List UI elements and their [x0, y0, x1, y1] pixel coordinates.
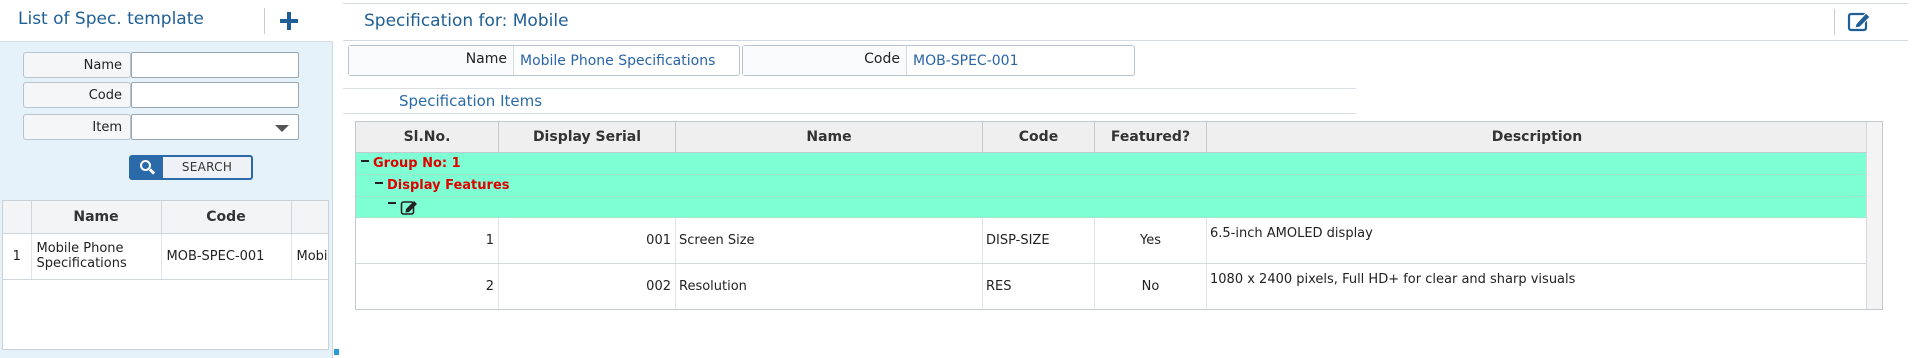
description-cell: 1080 x 2400 pixels, Full HD+ for clear a… — [1207, 264, 1868, 309]
search-button-label: SEARCH — [181, 160, 233, 174]
spec-name-value: Mobile Phone Specifications — [520, 53, 716, 69]
group-label: Group No: 1 — [373, 156, 461, 171]
item-filter-select[interactable] — [131, 114, 299, 140]
extra-column-header[interactable] — [291, 201, 328, 234]
description-cell: 6.5-inch AMOLED display — [1207, 218, 1868, 263]
grid-scrollbar[interactable] — [1866, 122, 1882, 309]
filter-code-row: Code — [23, 82, 299, 108]
row-number: 1 — [3, 233, 32, 280]
left-panel-title: List of Spec. template — [18, 9, 204, 29]
collapse-icon[interactable] — [388, 202, 396, 204]
group-row[interactable]: Group No: 1 — [356, 153, 1868, 175]
sl-no-cell: 1 — [356, 218, 499, 263]
resize-handle[interactable] — [334, 349, 339, 355]
table-row[interactable]: 1 Mobile Phone Specifications MOB-SPEC-0… — [3, 233, 328, 280]
search-button[interactable]: SEARCH — [129, 155, 253, 180]
left-panel-header: List of Spec. template — [0, 0, 333, 42]
display-serial-column-header[interactable]: Display Serial — [499, 122, 676, 152]
name-filter-label: Name — [23, 52, 131, 78]
header-divider — [264, 8, 265, 34]
item-name-cell: Resolution — [676, 264, 983, 309]
code-filter-label: Code — [23, 82, 131, 108]
specification-items-section: Specification Items — [343, 88, 1356, 114]
spec-code-label: Code — [743, 46, 907, 75]
code-filter-input[interactable] — [131, 82, 299, 108]
table-row[interactable]: 2 002 Resolution RES No 1080 x 2400 pixe… — [356, 264, 1868, 309]
featured-cell: No — [1095, 264, 1207, 309]
item-name-cell: Screen Size — [676, 218, 983, 263]
name-filter-input[interactable] — [131, 52, 299, 78]
code-column-header[interactable]: Code — [161, 201, 292, 234]
spec-template-list-panel: List of Spec. template Name Code Item SE… — [0, 0, 333, 358]
spec-name-field: Name Mobile Phone Specifications — [348, 45, 740, 76]
specification-items-grid: Sl.No. Display Serial Name Code Featured… — [355, 121, 1883, 310]
subgroup-edit-row — [356, 197, 1868, 218]
add-template-button plus-icon[interactable] — [276, 8, 302, 34]
name-column-header[interactable]: Name — [31, 201, 162, 234]
filter-item-row: Item — [23, 114, 299, 140]
template-list-table: Name Code 1 Mobile Phone Specifications … — [2, 200, 329, 350]
collapse-icon[interactable] — [361, 160, 369, 162]
item-code-cell: DISP-SIZE — [983, 218, 1095, 263]
item-filter-label: Item — [23, 114, 131, 140]
edit-icon[interactable] — [400, 199, 419, 216]
search-icon — [131, 157, 163, 178]
featured-column-header[interactable]: Featured? — [1095, 122, 1207, 152]
name-column-header[interactable]: Name — [676, 122, 983, 152]
right-panel-header: Specification for: Mobile — [343, 3, 1908, 41]
item-code-cell: RES — [983, 264, 1095, 309]
row-number-header — [3, 201, 32, 234]
header-divider — [1834, 9, 1835, 35]
grid-header-row: Sl.No. Display Serial Name Code Featured… — [356, 122, 1882, 153]
template-extra-cell: Mobil — [291, 233, 328, 280]
spec-code-value: MOB-SPEC-001 — [913, 53, 1019, 69]
collapse-icon[interactable] — [375, 182, 383, 184]
spec-name-label: Name — [349, 46, 514, 75]
filter-name-row: Name — [23, 52, 299, 78]
code-column-header[interactable]: Code — [983, 122, 1095, 152]
subgroup-row[interactable]: Display Features — [356, 175, 1868, 197]
table-row[interactable]: 1 001 Screen Size DISP-SIZE Yes 6.5-inch… — [356, 218, 1868, 264]
specification-items-title: Specification Items — [399, 92, 543, 110]
template-name-cell: Mobile Phone Specifications — [31, 233, 162, 280]
sl-no-cell: 2 — [356, 264, 499, 309]
description-column-header[interactable]: Description — [1207, 122, 1868, 152]
table-header-row: Name Code — [3, 201, 328, 234]
display-serial-cell: 001 — [499, 218, 676, 263]
spec-code-field: Code MOB-SPEC-001 — [742, 45, 1135, 76]
subgroup-label: Display Features — [387, 178, 510, 193]
specification-title: Specification for: Mobile — [364, 11, 569, 31]
display-serial-cell: 002 — [499, 264, 676, 309]
edit-icon — [1847, 12, 1871, 32]
template-code-cell: MOB-SPEC-001 — [161, 233, 292, 280]
edit-button[interactable] — [1846, 9, 1874, 35]
featured-cell: Yes — [1095, 218, 1207, 263]
sl-no-column-header[interactable]: Sl.No. — [356, 122, 499, 152]
